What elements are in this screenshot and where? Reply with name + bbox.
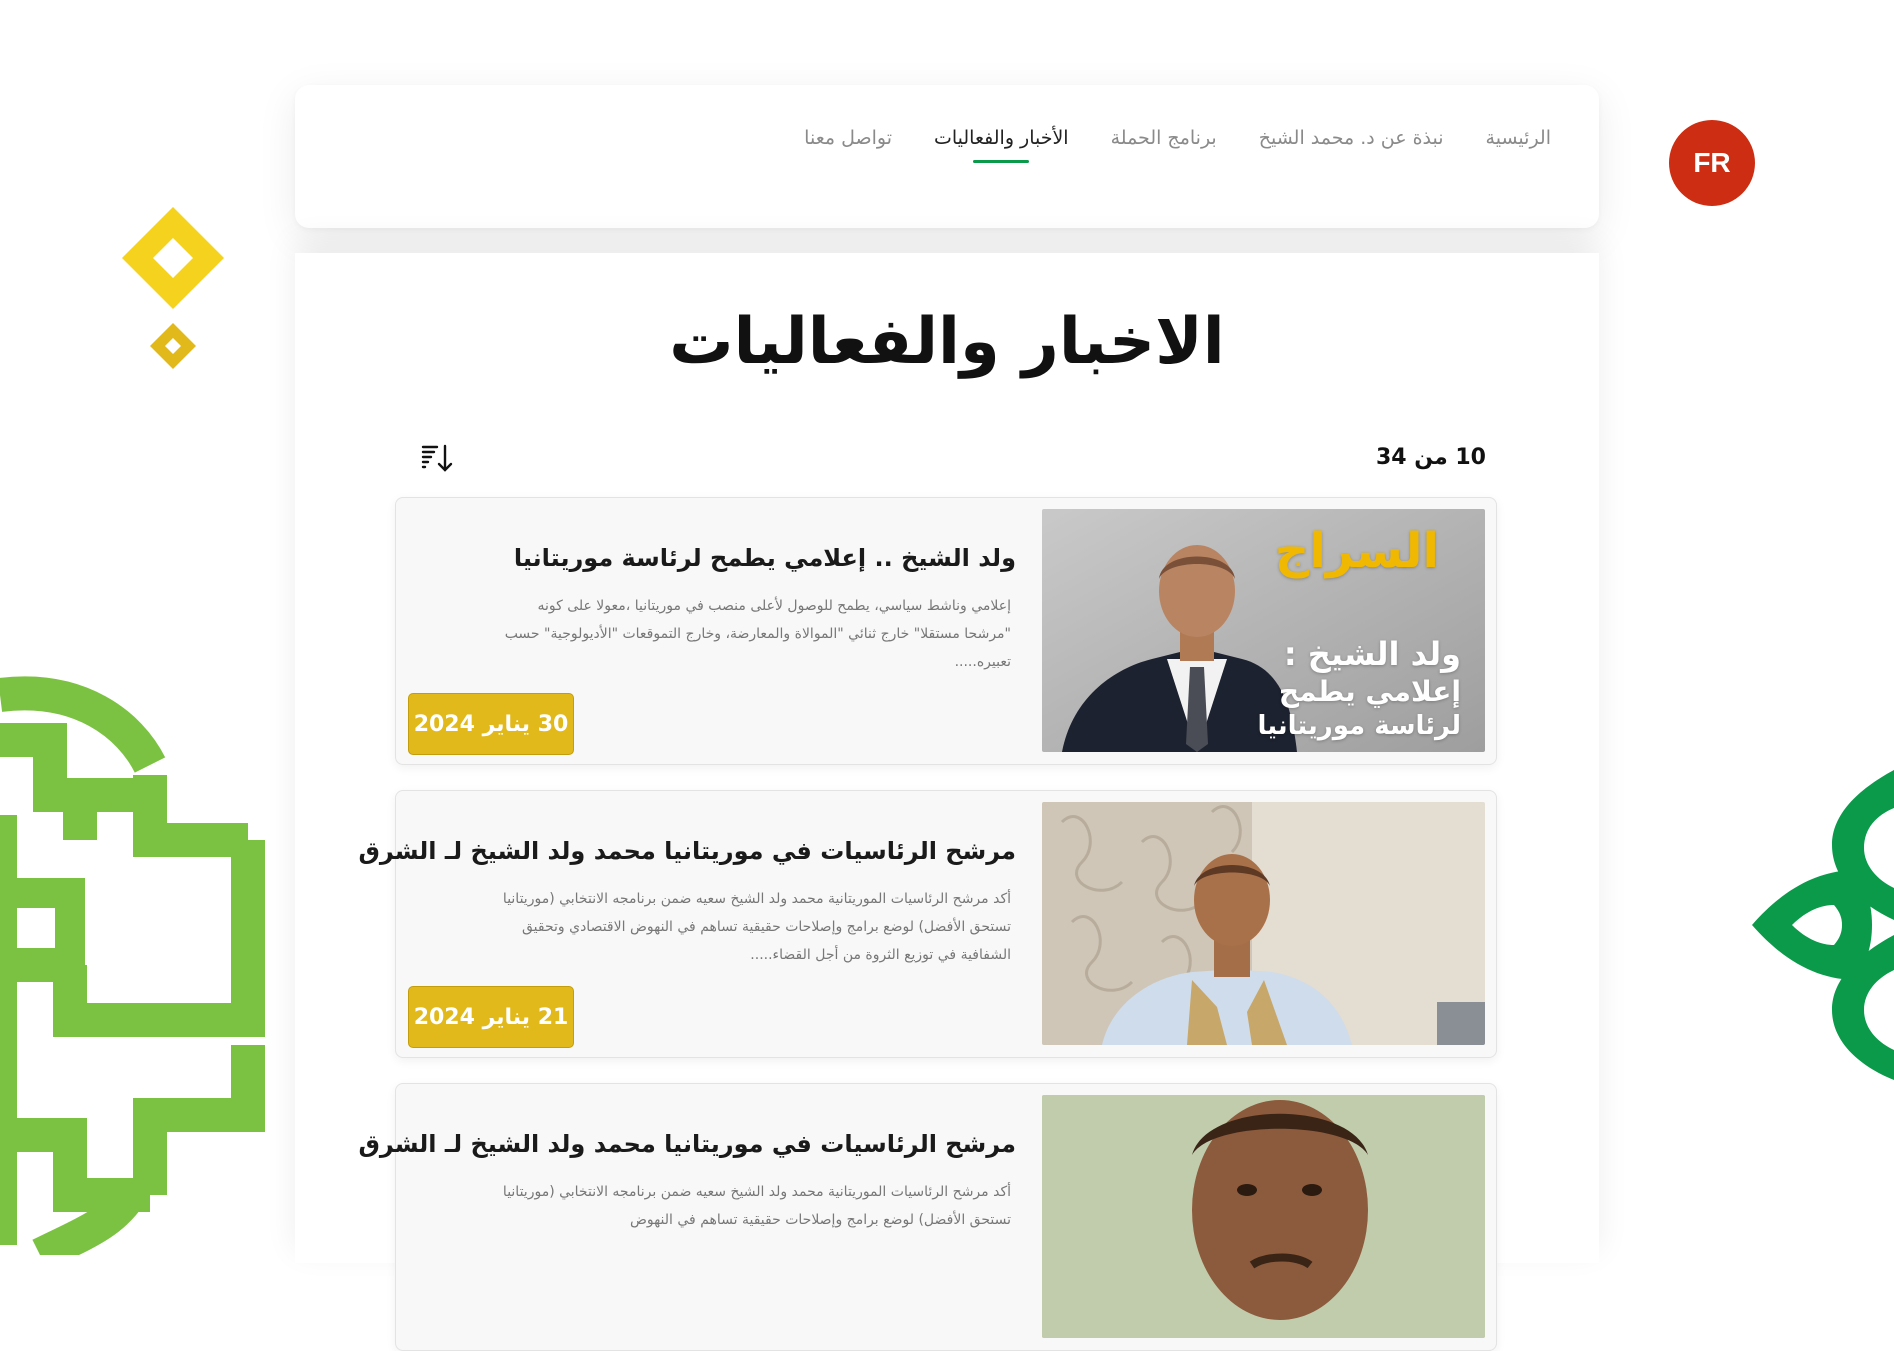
date-badge: 21 يناير 2024: [408, 986, 574, 1048]
image-logo-text: السراج: [1274, 523, 1439, 579]
news-card[interactable]: مرشح الرئاسيات في موريتانيا محمد ولد الش…: [358, 790, 1497, 1058]
article-thumbnail[interactable]: [1042, 802, 1485, 1045]
image-caption-line: لرئاسة موريتانيا: [1257, 711, 1462, 741]
article-title[interactable]: مرشح الرئاسيات في موريتانيا محمد ولد الش…: [358, 1130, 1016, 1158]
article-excerpt: أكد مرشح الرئاسيات الموريتانية محمد ولد …: [502, 1184, 1011, 1228]
page-title: الاخبار والفعاليات: [669, 305, 1225, 379]
nav-item-home[interactable]: الرئيسية: [1486, 127, 1551, 149]
image-caption-line: إعلامي يطمح: [1278, 675, 1461, 708]
news-card[interactable]: مرشح الرئاسيات في موريتانيا محمد ولد الش…: [358, 1083, 1497, 1351]
article-title[interactable]: ولد الشيخ .. إعلامي يطمح لرئاسة موريتاني…: [514, 544, 1016, 572]
navbar: الرئيسية نبذة عن د. محمد الشيخ برنامج ال…: [295, 85, 1599, 228]
yellow-diamond-decoration: [122, 207, 224, 369]
news-card[interactable]: السراج ولد الشيخ : إعلامي يطمح لرئاسة مو…: [395, 497, 1497, 765]
nav-item-campaign-program[interactable]: برنامج الحملة: [1111, 127, 1217, 149]
article-thumbnail[interactable]: السراج ولد الشيخ : إعلامي يطمح لرئاسة مو…: [1042, 509, 1485, 752]
nav-item-contact[interactable]: تواصل معنا: [804, 127, 892, 149]
main-nav: الرئيسية نبذة عن د. محمد الشيخ برنامج ال…: [804, 127, 1551, 149]
green-ornament-left: [0, 676, 265, 1255]
green-ornament-right: [1752, 770, 1894, 1080]
results-count: 10 من 34: [1376, 445, 1486, 470]
news-panel: الاخبار والفعاليات 10 من 34 السراج ولد ا…: [295, 253, 1599, 1351]
article-excerpt: أكد مرشح الرئاسيات الموريتانية محمد ولد …: [502, 891, 1011, 963]
article-excerpt: إعلامي وناشط سياسي، يطمح للوصول لأعلى من…: [504, 598, 1011, 670]
nav-item-about[interactable]: نبذة عن د. محمد الشيخ: [1259, 127, 1444, 149]
sort-descending-icon[interactable]: [420, 441, 454, 475]
language-toggle-button[interactable]: FR: [1669, 120, 1755, 206]
image-caption-line: ولد الشيخ :: [1283, 635, 1461, 673]
article-thumbnail[interactable]: [1042, 1095, 1485, 1338]
article-title[interactable]: مرشح الرئاسيات في موريتانيا محمد ولد الش…: [358, 837, 1016, 865]
nav-item-news-events[interactable]: الأخبار والفعاليات: [934, 127, 1069, 149]
date-badge: 30 يناير 2024: [408, 693, 574, 755]
